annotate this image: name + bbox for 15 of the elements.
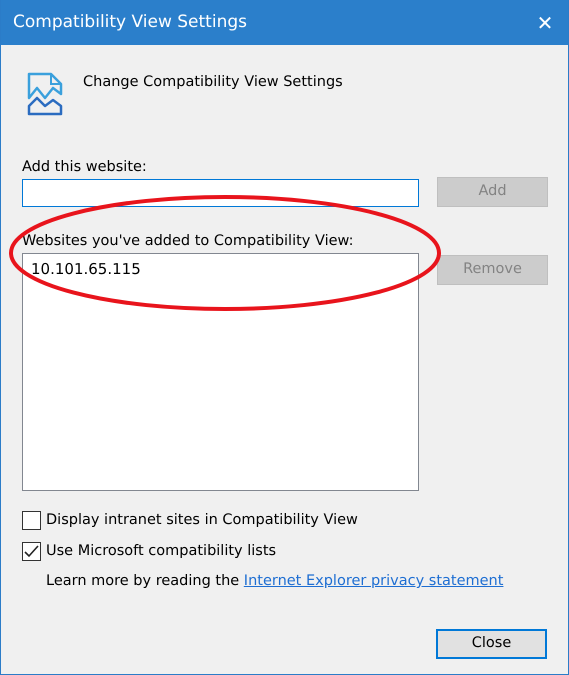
learn-more-text: Learn more by reading the Internet Explorer privacy statement xyxy=(45,572,504,591)
checkbox-label: Use Microsoft compatibility lists xyxy=(46,542,276,561)
close-button[interactable]: Close xyxy=(436,628,547,659)
list-label: Websites you've added to Compatibility View: xyxy=(22,232,354,251)
checkbox[interactable] xyxy=(22,542,41,561)
field-label: Add this website: xyxy=(22,158,148,177)
checkbox[interactable] xyxy=(22,511,41,530)
website-field[interactable] xyxy=(22,179,419,207)
privacy-link[interactable]: Internet Explorer privacy statement xyxy=(244,573,504,589)
checkbox-label: Display intranet sites in Compatibility View xyxy=(46,510,358,530)
window-title: Compatibility View Settings xyxy=(13,10,247,34)
list-item[interactable]: 10.101.65.115 xyxy=(30,258,142,280)
header-title: Change Compatibility View Settings xyxy=(83,73,343,92)
document-chart-icon xyxy=(27,72,63,116)
close-button[interactable]: ✕ xyxy=(522,0,568,45)
